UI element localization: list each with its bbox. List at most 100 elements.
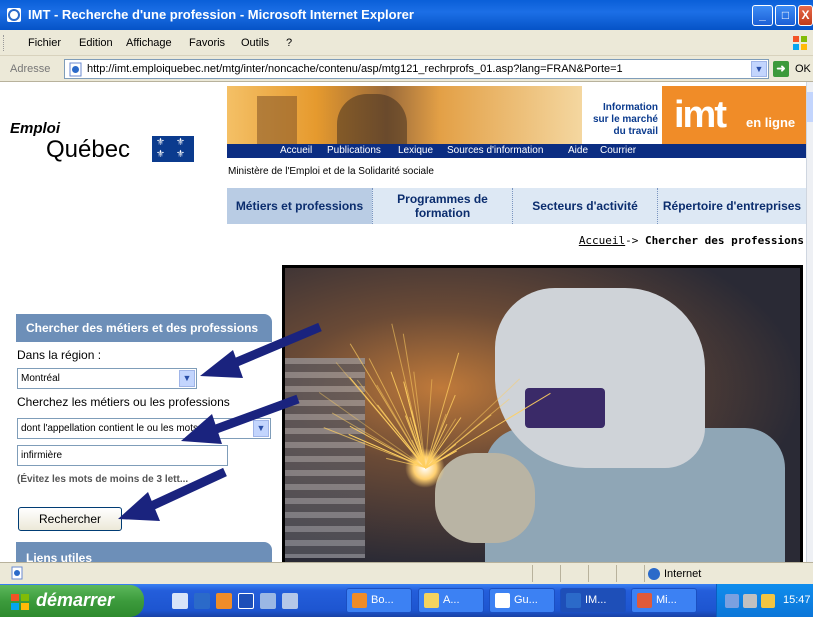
section-tabs: Métiers et professions Programmes de for… [227,188,806,224]
address-dropdown-icon[interactable]: ▼ [751,61,767,77]
menu-edition[interactable]: Edition [79,37,113,49]
clock[interactable]: 15:47 [783,594,811,606]
region-label: Dans la région : [17,348,102,362]
status-bar: Internet [0,562,813,584]
imt-logo-word: imt [674,94,727,136]
search-mode-label: Cherchez les métiers ou les professions [17,395,230,409]
menu-bar: Fichier Edition Affichage Favoris Outils… [0,30,813,56]
page-status-icon [11,566,23,580]
go-arrow-icon[interactable]: ➜ [773,61,789,77]
photo-glove [435,453,535,543]
imt-logo[interactable]: imt en ligne [662,86,806,146]
useful-links-heading: Liens utiles [16,542,272,562]
taskbar-button-label: IM... [585,594,607,606]
tab-metiers[interactable]: Métiers et professions [227,188,372,224]
chevron-down-icon[interactable]: ▼ [179,370,195,387]
breadcrumb-home[interactable]: Accueil [579,234,625,247]
close-button[interactable]: X [798,5,813,26]
nav-lexique[interactable]: Lexique [398,145,433,156]
menu-outils[interactable]: Outils [241,37,269,49]
logo-quebec[interactable]: Québec [46,136,130,164]
menu-fichier[interactable]: Fichier [28,37,61,49]
taskbar-button-gu[interactable]: Gu... [489,588,555,613]
chevron-down-icon[interactable]: ▼ [253,420,269,437]
nav-publications[interactable]: Publications [327,145,381,156]
quick-launch-app-icon[interactable] [216,593,232,609]
taskbar-button-label: A... [443,594,460,606]
tray-app-icon[interactable] [761,594,775,608]
minimize-button[interactable]: _ [752,5,773,26]
status-separator [588,565,589,582]
word-icon[interactable] [238,593,254,609]
menu-favoris[interactable]: Favoris [189,37,225,49]
internet-explorer-icon[interactable] [194,593,210,609]
start-label: démarrer [36,590,115,610]
go-button-label[interactable]: OK [795,63,811,75]
status-separator [560,565,561,582]
scrollbar-thumb[interactable] [807,92,813,122]
quick-launch-icon[interactable] [260,593,276,609]
breadcrumb: Accueil-> Chercher des professions [579,234,804,247]
taskbar-button-mi[interactable]: Mi... [631,588,697,613]
network-icon[interactable] [725,594,739,608]
status-separator [616,565,617,582]
maximize-button[interactable]: □ [775,5,796,26]
tagline-line3: du travail [613,126,658,137]
volume-icon[interactable] [743,594,757,608]
taskbar-button-label: Mi... [656,594,677,606]
taskbar-button-a[interactable]: A... [418,588,484,613]
start-button[interactable]: démarrer [0,585,144,617]
tagline-line1: Information [603,102,658,113]
window-title: IMT - Recherche d'une profession - Micro… [28,7,414,22]
show-desktop-icon[interactable] [172,593,188,609]
menu-help[interactable]: ? [286,37,292,49]
address-label: Adresse [10,63,51,75]
search-mode-select[interactable]: dont l'appellation contient le ou les mo… [17,418,271,439]
photo-welding-helmet [495,288,705,468]
imt-tagline: Information sur le marché du travail [582,86,662,146]
region-select-value: Montréal [21,373,60,384]
keyword-input[interactable]: infirmière [17,445,228,466]
region-select[interactable]: Montréal ▼ [17,368,197,389]
internet-explorer-icon [566,593,581,608]
banner-photo-person [337,94,407,146]
taskbar-button-im[interactable]: IM... [560,588,626,613]
page-icon [69,62,82,77]
keyword-hint: (Évitez les mots de moins de 3 lett... [17,474,189,485]
menu-affichage[interactable]: Affichage [126,37,172,49]
system-tray: 15:47 [716,584,813,617]
address-input[interactable]: http://imt.emploiquebec.net/mtg/inter/no… [64,59,769,79]
nav-accueil[interactable]: Accueil [280,145,312,156]
internet-zone-icon [648,568,660,580]
breadcrumb-separator: -> [625,234,646,247]
breadcrumb-current: Chercher des professions [645,234,804,247]
tab-programmes[interactable]: Programmes de formation [372,188,512,224]
welder-photo [282,265,803,562]
windows-logo-icon [793,36,807,50]
status-separator [532,565,533,582]
ministere-label: Ministère de l'Emploi et de la Solidarit… [228,166,434,177]
folder-icon [424,593,439,608]
search-mode-value: dont l'appellation contient le ou les mo… [21,423,199,434]
header-banner: Information sur le marché du travail imt… [227,86,806,146]
logo-emploi[interactable]: Emploi [10,120,60,137]
quick-launch-icon[interactable] [282,593,298,609]
banner-photo [227,86,582,146]
ie-window: IMT - Recherche d'une profession - Micro… [0,0,813,617]
security-zone-label: Internet [664,568,702,580]
imt-logo-enligne: en ligne [746,115,796,130]
address-url: http://imt.emploiquebec.net/mtg/inter/no… [87,63,623,75]
toolbar-grip[interactable] [3,35,6,51]
page-content: Emploi Québec ⚜ ⚜ ⚜ ⚜ Information sur le m… [0,82,806,562]
vertical-scrollbar[interactable] [806,82,813,562]
status-separator [644,565,645,582]
fleur-de-lys-flag-icon: ⚜ ⚜ ⚜ ⚜ [152,136,194,162]
nav-sources[interactable]: Sources d'information [447,145,543,156]
tagline-line2: sur le marché [592,114,658,125]
nav-courrier[interactable]: Courrier [600,145,636,156]
taskbar-button-bo[interactable]: Bo... [346,588,412,613]
tab-secteurs[interactable]: Secteurs d'activité [512,188,657,224]
tab-repertoire[interactable]: Répertoire d'entreprises [657,188,806,224]
search-button[interactable]: Rechercher [18,507,122,531]
nav-aide[interactable]: Aide [568,145,588,156]
